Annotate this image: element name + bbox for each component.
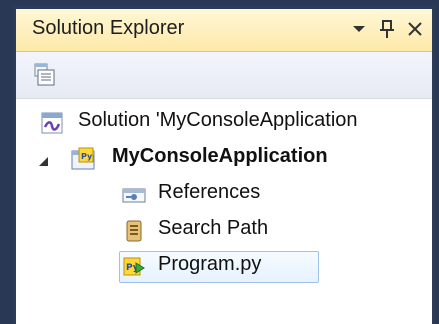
tree-node-label: MyConsoleApplication — [112, 145, 328, 167]
tree-node-search-path[interactable]: Search Path — [16, 213, 432, 249]
panel-title: Solution Explorer — [32, 17, 185, 39]
properties-icon[interactable] — [32, 62, 58, 88]
expanded-triangle-icon[interactable] — [38, 153, 50, 166]
tree-node-solution[interactable]: Solution 'MyConsoleApplication — [16, 105, 432, 141]
solution-explorer-panel: Solution Explorer Solution 'MyConsoleApp… — [13, 6, 435, 324]
python-project-icon: Py — [71, 147, 95, 171]
tree-node-label: Search Path — [158, 217, 269, 239]
tree-node-references[interactable]: References — [16, 177, 432, 213]
pin-icon[interactable] — [376, 17, 398, 41]
chevron-down-icon[interactable] — [348, 17, 370, 41]
tree-node-program-py[interactable]: Py Program.py — [16, 249, 432, 285]
close-icon[interactable] — [404, 17, 426, 41]
solution-tree: Solution 'MyConsoleApplication Py MyCons… — [16, 105, 432, 285]
solution-icon — [40, 111, 64, 135]
title-buttons — [348, 15, 426, 43]
python-file-icon: Py — [122, 255, 146, 279]
tree-node-project[interactable]: Py MyConsoleApplication — [16, 141, 432, 177]
search-path-icon — [122, 219, 146, 243]
tree-node-label: References — [158, 181, 261, 203]
svg-text:Py: Py — [81, 152, 93, 161]
tree-node-label: Program.py — [158, 253, 262, 275]
panel-toolbar — [16, 52, 432, 99]
references-icon — [122, 183, 146, 207]
panel-title-bar: Solution Explorer — [16, 9, 432, 52]
tree-node-label: Solution 'MyConsoleApplication — [78, 109, 358, 131]
